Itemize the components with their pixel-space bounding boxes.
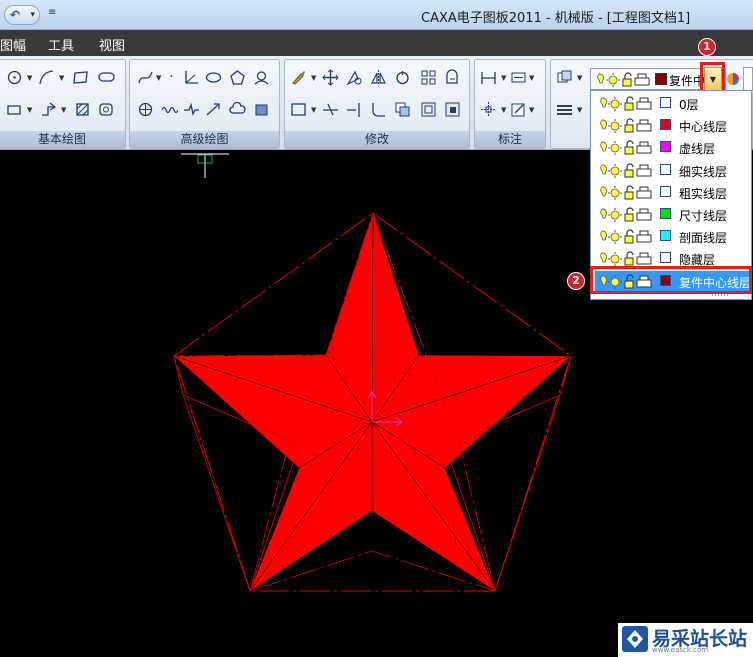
layer-color-swatch: [660, 119, 671, 131]
chevron-down-icon[interactable]: ▼: [577, 74, 582, 82]
arrow-tool-icon[interactable]: [204, 100, 223, 119]
group-label-modify: 修改: [285, 131, 469, 148]
polyline-tool-icon[interactable]: [39, 100, 58, 119]
watermark-logo-icon: [622, 626, 648, 652]
block-tool-icon[interactable]: [443, 100, 462, 119]
hatch-tool-icon[interactable]: [73, 100, 92, 119]
ellipse-tool-icon[interactable]: [204, 68, 223, 87]
wave-line-icon[interactable]: [160, 100, 179, 119]
chevron-down-icon[interactable]: ▼: [501, 74, 506, 82]
layer-name: 0层: [679, 98, 699, 112]
fillet-tool-icon[interactable]: [369, 100, 388, 119]
text-frame-icon[interactable]: [509, 68, 528, 87]
layer-state-icons: [597, 72, 650, 87]
text-edit-icon[interactable]: [509, 100, 528, 119]
brush-tool-icon[interactable]: [289, 68, 308, 87]
block-insert-icon[interactable]: [5, 100, 24, 119]
drawing-canvas[interactable]: [0, 150, 753, 657]
arc-tool-icon[interactable]: [37, 68, 56, 87]
spline-tool-icon[interactable]: [136, 68, 155, 87]
construction-line[interactable]: [182, 394, 251, 592]
chevron-down-icon[interactable]: ▼: [529, 106, 534, 114]
explode-tool-icon[interactable]: [443, 68, 462, 87]
rectangle-tool-icon[interactable]: [71, 68, 90, 87]
color-wheel-icon[interactable]: [726, 69, 740, 89]
chevron-down-icon[interactable]: ▼: [529, 74, 534, 82]
chevron-down-icon[interactable]: ▼: [311, 106, 316, 114]
chevron-down-icon[interactable]: ▼: [61, 106, 66, 114]
centerline-tool-icon[interactable]: [252, 68, 271, 87]
tolerance-tool-icon[interactable]: [479, 100, 498, 119]
chevron-down-icon[interactable]: ▼: [311, 74, 316, 82]
window-title: CAXA电子图板2011 - 机械版 - [工程图文档1]: [421, 11, 691, 26]
chevron-down-icon[interactable]: ▼: [27, 106, 32, 114]
slot-tool-icon[interactable]: [97, 68, 116, 87]
menu-bar: 图幅 工具 视图: [0, 30, 753, 56]
dimension-tool-icon[interactable]: [479, 68, 498, 87]
group-label-advanced-drawing: 高级绘图: [130, 131, 279, 148]
group-label-basic-drawing: 基本绘图: [0, 131, 125, 148]
fill-tool-icon[interactable]: [97, 100, 116, 119]
construction-line[interactable]: [494, 394, 561, 592]
offset-tool-icon[interactable]: [419, 100, 438, 119]
select-box-icon[interactable]: [289, 100, 308, 119]
circle-tool-icon[interactable]: [5, 68, 24, 87]
ribbon-group-advanced-drawing: ▼ · 高级绘图: [129, 59, 280, 149]
title-bar: ↶ ▾ ≡ CAXA电子图板2011 - 机械版 - [工程图文档1]: [0, 0, 753, 30]
watermark: 易采站长站 www.easck.com: [618, 623, 753, 657]
chevron-down-icon[interactable]: ▼: [59, 74, 64, 82]
layer-row[interactable]: 0层: [595, 93, 750, 115]
quick-access-menu-icon[interactable]: ≡: [48, 7, 56, 18]
current-layer-color-swatch: [655, 73, 667, 85]
watermark-subtitle: www.easck.com: [652, 646, 709, 654]
ribbon-group-modify: ▼ ▼ 修改: [284, 59, 470, 149]
layer-state-icons: [597, 118, 655, 134]
move-tool-icon[interactable]: [321, 68, 340, 87]
chevron-down-icon[interactable]: ▼: [156, 74, 161, 82]
layer-row[interactable]: 中心线层: [595, 115, 750, 137]
chevron-down-icon[interactable]: ▼: [27, 74, 32, 82]
chevron-down-icon[interactable]: ▼: [577, 106, 582, 114]
rotate-tool-icon[interactable]: [393, 68, 412, 87]
ucs-crosshair-icon: [181, 153, 229, 178]
layer-state-icons: [597, 96, 655, 112]
solid-fill-icon[interactable]: [252, 100, 271, 119]
layer-color-swatch: [660, 97, 671, 108]
ribbon-group-basic-drawing: ▼ ▼ ▼ ▼ 基本绘图: [0, 59, 126, 149]
menu-item-sheet[interactable]: 图幅: [0, 35, 26, 54]
polygon-tool-icon[interactable]: [228, 68, 247, 87]
layer-name: 中心线层: [679, 120, 728, 135]
star-drawing[interactable]: [172, 211, 572, 592]
copy-tool-icon[interactable]: [393, 100, 412, 119]
layer-manager-icon[interactable]: [555, 68, 574, 87]
chevron-down-icon: ▾: [30, 10, 35, 20]
properties-overflow-button[interactable]: [743, 67, 753, 91]
break-line-icon[interactable]: [182, 100, 201, 119]
scale-tool-icon[interactable]: [345, 68, 364, 87]
mirror-tool-icon[interactable]: [369, 68, 388, 87]
quick-access-undo-button[interactable]: ↶ ▾: [4, 5, 40, 25]
trim-tool-icon[interactable]: [321, 100, 340, 119]
callout-badge-1: 1: [698, 38, 716, 56]
cloud-tool-icon[interactable]: [228, 100, 247, 119]
undo-arrow-icon: ↶: [10, 8, 21, 22]
gear-tool-icon[interactable]: [136, 100, 155, 119]
extend-tool-icon[interactable]: [345, 100, 364, 119]
linetype-icon[interactable]: [555, 100, 574, 119]
chevron-down-icon[interactable]: ▼: [501, 106, 506, 114]
point-tool-icon[interactable]: ·: [162, 68, 181, 87]
menu-item-tools[interactable]: 工具: [48, 35, 74, 54]
ribbon-group-annotation: ▼ ▼ ▼ ▼ 标注: [474, 59, 546, 149]
menu-item-view[interactable]: 视图: [99, 35, 125, 54]
group-label-annotation: 标注: [475, 131, 545, 148]
array-tool-icon[interactable]: [419, 68, 438, 87]
angle-line-icon[interactable]: [182, 68, 201, 87]
